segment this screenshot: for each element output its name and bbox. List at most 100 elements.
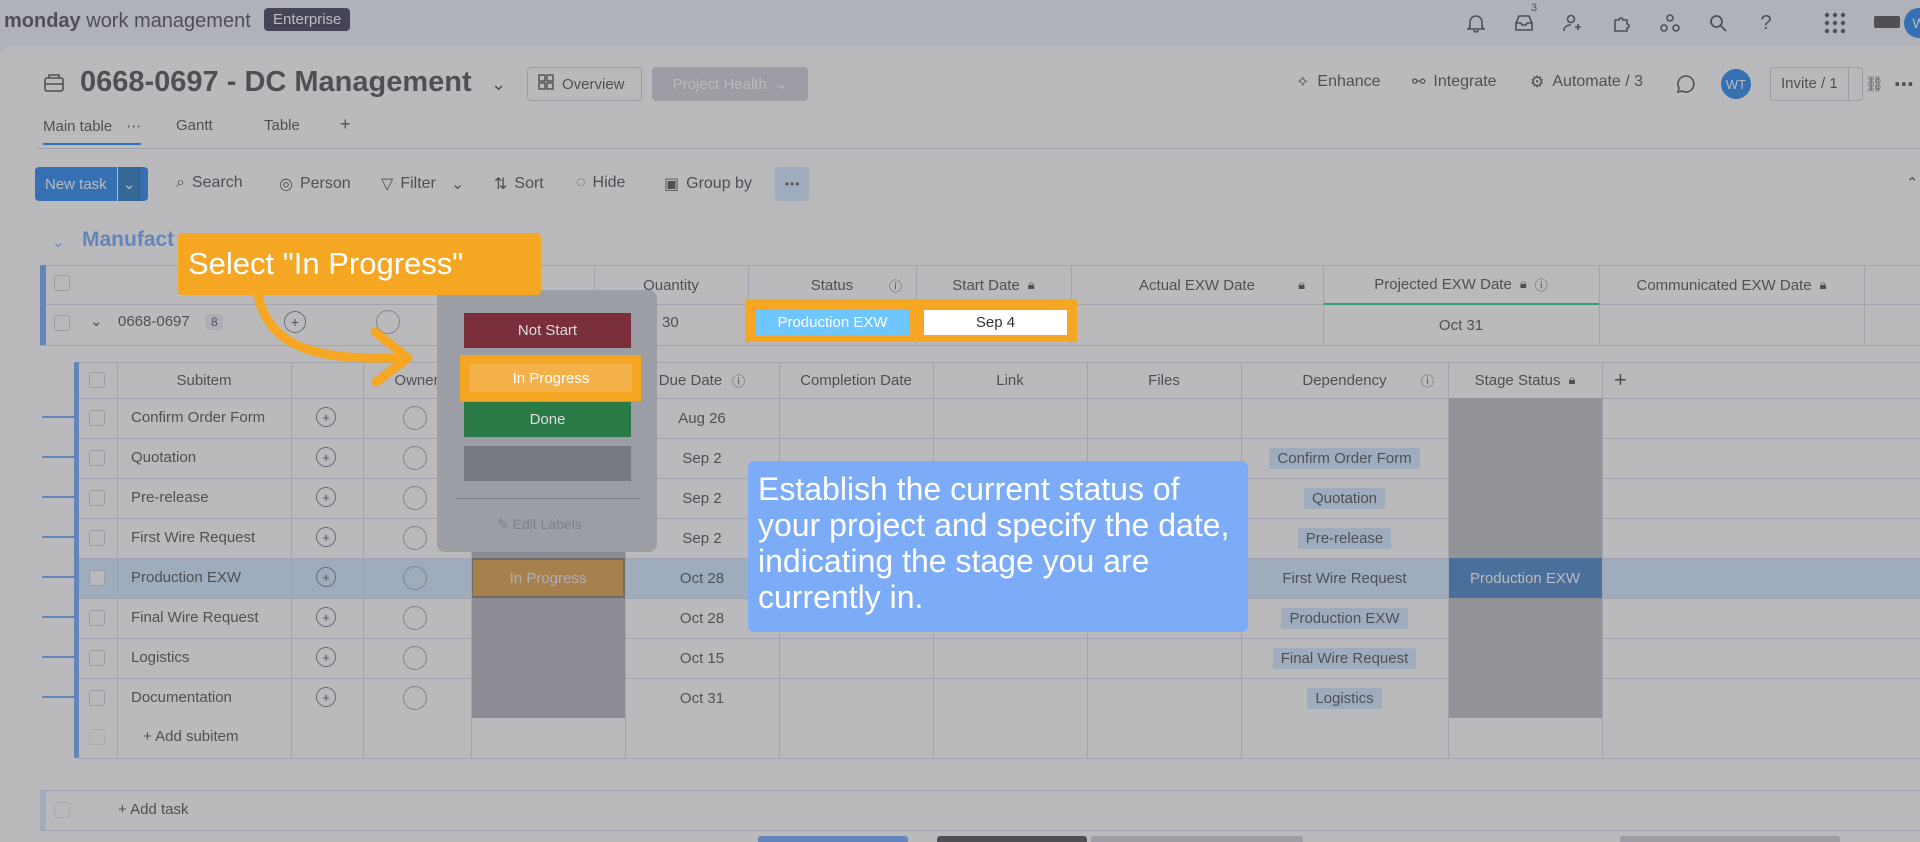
search-icon[interactable]: [1705, 10, 1731, 36]
more-toolbar-icon[interactable]: ⋯: [775, 167, 809, 201]
link-icon[interactable]: ⛓: [1857, 75, 1892, 93]
invite-button[interactable]: Invite / 1 ⛓: [1770, 67, 1884, 101]
row-checkbox[interactable]: [89, 650, 105, 666]
bell-icon[interactable]: [1463, 10, 1489, 36]
add-update-icon[interactable]: +: [316, 607, 336, 627]
add-update-icon[interactable]: +: [316, 407, 336, 427]
add-subitem-button[interactable]: + Add subitem: [143, 728, 238, 745]
dependency-tag[interactable]: Logistics: [1307, 687, 1382, 709]
owner-avatar-icon[interactable]: [403, 526, 427, 550]
dependency-tag[interactable]: Quotation: [1303, 487, 1386, 509]
subcolumn-header-completion-date[interactable]: Completion Date: [779, 362, 933, 398]
add-update-icon[interactable]: +: [316, 527, 336, 547]
tab-more-icon[interactable]: ⋯: [126, 118, 141, 135]
tab-main-table[interactable]: Main table ⋯: [43, 117, 142, 145]
dependency-tag[interactable]: Production EXW: [1281, 607, 1408, 629]
subitem-status-cell[interactable]: [471, 638, 625, 678]
subitem-name[interactable]: Quotation: [131, 449, 196, 466]
tab-gantt[interactable]: Gantt: [176, 117, 213, 134]
add-update-icon[interactable]: +: [316, 567, 336, 587]
project-health-button[interactable]: Project Health ⌄: [652, 67, 808, 101]
subitem-dependency-cell[interactable]: First Wire Request: [1241, 558, 1448, 598]
column-header-projected-exw[interactable]: Projected EXW Date 🔒︎ ⓘ: [1323, 265, 1599, 305]
hide-button[interactable]: ◌ Hide: [576, 174, 625, 192]
app-grid-icon[interactable]: [1822, 10, 1848, 36]
parent-quantity[interactable]: 30: [662, 314, 679, 331]
subitem-due-date[interactable]: Oct 31: [625, 678, 779, 718]
help-icon[interactable]: ?: [1753, 10, 1779, 36]
add-update-icon[interactable]: +: [316, 447, 336, 467]
subitem-status-cell[interactable]: [471, 598, 625, 638]
status-option-in-progress[interactable]: In Progress: [470, 364, 632, 392]
subitem-dependency-cell[interactable]: Final Wire Request: [1241, 638, 1448, 678]
tab-table[interactable]: Table: [264, 117, 300, 134]
chevron-down-icon[interactable]: ⌄: [116, 167, 141, 201]
add-update-icon[interactable]: +: [316, 687, 336, 707]
subcolumn-header-files[interactable]: Files: [1087, 362, 1241, 398]
subitem-name[interactable]: Pre-release: [131, 489, 209, 506]
info-icon[interactable]: ⓘ: [732, 371, 745, 390]
add-update-icon[interactable]: +: [316, 487, 336, 507]
row-checkbox[interactable]: [89, 490, 105, 506]
table-row[interactable]: [79, 678, 1920, 718]
subitem-status-cell[interactable]: In Progress: [471, 558, 625, 598]
chevron-down-icon[interactable]: ⌄: [451, 174, 464, 194]
sort-button[interactable]: ⇅ Sort: [494, 174, 544, 194]
parent-projected-exw[interactable]: Oct 31: [1323, 305, 1599, 345]
group-title[interactable]: Manufact: [82, 228, 174, 252]
dependency-tag[interactable]: Pre-release: [1297, 527, 1392, 549]
row-checkbox[interactable]: [89, 610, 105, 626]
row-checkbox[interactable]: [54, 315, 70, 331]
owner-avatar-icon[interactable]: [403, 646, 427, 670]
owner-avatar-icon[interactable]: [403, 406, 427, 430]
row-checkbox[interactable]: [89, 410, 105, 426]
subitem-name[interactable]: Final Wire Request: [131, 609, 259, 626]
owner-avatar-icon[interactable]: [403, 686, 427, 710]
owner-avatar-icon[interactable]: [403, 446, 427, 470]
more-options-icon[interactable]: ⋯: [1894, 72, 1914, 97]
account-logo-icon[interactable]: [1874, 16, 1900, 28]
add-update-icon[interactable]: +: [316, 647, 336, 667]
collapse-icon[interactable]: ⌃: [1906, 174, 1919, 192]
owner-avatar-icon[interactable]: [403, 566, 427, 590]
dependency-tag[interactable]: First Wire Request: [1274, 567, 1415, 589]
subitem-dependency-cell[interactable]: Confirm Order Form: [1241, 438, 1448, 478]
table-row[interactable]: [79, 638, 1920, 678]
subitem-select-all-checkbox[interactable]: [89, 372, 105, 388]
subitem-dependency-cell[interactable]: Pre-release: [1241, 518, 1448, 558]
select-all-checkbox[interactable]: [54, 275, 70, 291]
edit-labels-button[interactable]: ✎ Edit Labels: [497, 516, 582, 533]
expand-subitems-icon[interactable]: ⌄: [90, 312, 103, 330]
comment-icon[interactable]: [1676, 74, 1696, 98]
subitem-name[interactable]: Production EXW: [131, 569, 241, 586]
subitem-name[interactable]: Confirm Order Form: [131, 409, 265, 426]
person-button[interactable]: ◎ Person: [279, 174, 351, 194]
subitem-name[interactable]: Documentation: [131, 689, 232, 706]
search-button[interactable]: ⌕ Search: [176, 174, 243, 192]
parent-item-name[interactable]: 0668-0697: [118, 313, 190, 330]
subcolumn-header-dependency[interactable]: Dependency ⓘ: [1241, 362, 1448, 398]
inbox-icon[interactable]: 3: [1511, 2, 1537, 36]
user-avatar[interactable]: WT: [1721, 69, 1751, 99]
row-checkbox[interactable]: [89, 530, 105, 546]
integrate-button[interactable]: ⚯ Integrate: [1412, 72, 1497, 92]
status-option-done[interactable]: Done: [464, 402, 631, 437]
status-option-blank[interactable]: [464, 446, 631, 481]
brand-logo[interactable]: monday work management: [4, 10, 251, 33]
row-checkbox[interactable]: [89, 570, 105, 586]
subitem-dependency-cell[interactable]: Production EXW: [1241, 598, 1448, 638]
apps-puzzle-icon[interactable]: [1609, 10, 1635, 36]
column-header-actual-exw[interactable]: Actual EXW Date 🔒︎: [1071, 265, 1323, 305]
group-by-button[interactable]: ▣ Group by: [664, 174, 752, 194]
add-column-icon[interactable]: +: [1614, 367, 1627, 393]
automate-button[interactable]: ⚙ Automate / 3: [1530, 72, 1643, 92]
row-checkbox[interactable]: [89, 450, 105, 466]
status-option-not-start[interactable]: Not Start: [464, 313, 631, 348]
chevron-down-icon[interactable]: ⌄: [491, 74, 506, 95]
parent-start-date[interactable]: Sep 4: [924, 310, 1067, 335]
subitem-due-date[interactable]: Oct 15: [625, 638, 779, 678]
new-task-button[interactable]: New task ⌄: [35, 167, 148, 201]
row-checkbox[interactable]: [89, 690, 105, 706]
parent-status-label[interactable]: Production EXW: [755, 310, 910, 335]
info-icon[interactable]: ⓘ: [1535, 275, 1548, 294]
